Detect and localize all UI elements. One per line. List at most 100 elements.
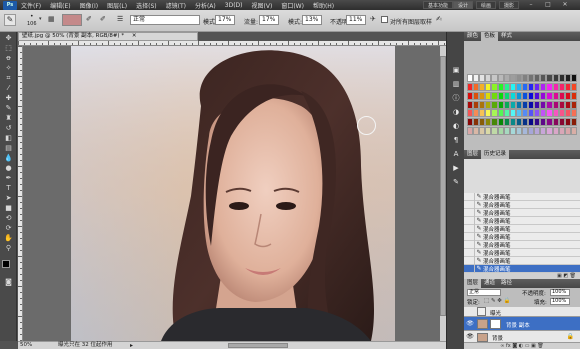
visibility-icon[interactable] — [466, 308, 474, 316]
menu-window[interactable]: 窗口(W) — [281, 1, 304, 10]
workspace-photo[interactable]: 摄影 — [499, 1, 520, 9]
layer-row[interactable]: 曝光 — [464, 307, 580, 317]
shape-tool-icon[interactable]: ■ — [3, 204, 14, 212]
horizontal-scrollbar-thumb[interactable] — [228, 343, 288, 348]
brush-tool-icon[interactable]: ✎ — [3, 104, 14, 112]
layer-name[interactable]: 曝光 — [490, 309, 501, 317]
swatch[interactable] — [570, 74, 577, 82]
tab-color[interactable]: 颜色 — [464, 32, 481, 41]
hand-tool-icon[interactable]: ✋ — [3, 234, 14, 242]
3d-orbit-tool-icon[interactable]: ⟳ — [3, 224, 14, 232]
character-icon[interactable]: A — [451, 150, 461, 159]
swatch[interactable] — [570, 91, 577, 100]
history-item[interactable]: ✎ 混合器画笔 — [464, 232, 580, 241]
menu-help[interactable]: 帮助(H) — [313, 1, 334, 10]
history-item[interactable]: ✎ 混合器画笔 — [464, 200, 580, 209]
close-icon[interactable]: ✕ — [561, 1, 569, 9]
brush-presets-icon[interactable]: ✎ — [451, 178, 461, 187]
layers-footer-icons[interactable]: ∞ fx ◙ ◐ ▭ ▣ 🗑 — [464, 343, 580, 349]
layer-row-selected[interactable]: 👁 背景 副本 — [464, 317, 580, 331]
menu-file[interactable]: 文件(F) — [21, 1, 41, 10]
brush-panel-icon[interactable]: ▦ — [48, 15, 55, 23]
type-tool-icon[interactable]: T — [3, 184, 14, 192]
menu-filter[interactable]: 滤镜(T) — [166, 1, 186, 10]
load-brush-icon[interactable]: ✐ — [86, 15, 92, 23]
history-item-selected[interactable]: ✎ 混合器画笔 — [464, 264, 580, 273]
menu-edit[interactable]: 编辑(E) — [50, 1, 70, 10]
status-arrow-icon[interactable]: ▸ — [130, 342, 133, 349]
layer-row[interactable]: 👁 背景 🔒 — [464, 331, 580, 343]
tab-channels[interactable]: 通道 — [481, 279, 498, 288]
preset-combo-icon[interactable]: ☰ — [117, 15, 123, 23]
path-select-tool-icon[interactable]: ➤ — [3, 194, 14, 202]
foreground-color-swatch[interactable] — [2, 260, 10, 268]
tablet-pressure-icon[interactable]: ✍ — [436, 15, 442, 23]
mixer-brush-icon[interactable]: ✎ — [4, 14, 16, 26]
healing-brush-tool-icon[interactable]: ✚ — [3, 94, 14, 102]
document-tab[interactable]: 壁纸.jpg @ 50% (背景 副本, RGB/8#) * ✕ — [18, 32, 198, 41]
brush-picker-arrow-icon[interactable]: ▾ — [39, 16, 42, 22]
swatches-grid[interactable] — [467, 74, 577, 136]
layers-list[interactable]: 曝光 👁 背景 副本 👁 背景 🔒 — [464, 307, 580, 343]
history-brush-tool-icon[interactable]: ↺ — [3, 124, 14, 132]
load-field[interactable]: 17% — [259, 15, 279, 25]
adjustments-icon[interactable]: ◑ — [451, 108, 461, 117]
tab-paths[interactable]: 路径 — [498, 279, 515, 288]
flow-field[interactable]: 11% — [346, 15, 366, 25]
swatch[interactable] — [570, 109, 577, 118]
history-item[interactable]: ✎ 混合器画笔 — [464, 216, 580, 225]
maximize-icon[interactable]: □ — [544, 1, 552, 9]
airbrush-icon[interactable]: ✈ — [370, 15, 376, 23]
quick-mask-icon[interactable]: ◙ — [3, 278, 14, 286]
menu-image[interactable]: 图像(I) — [80, 1, 98, 10]
fill-field[interactable]: 100% — [550, 298, 570, 305]
dodge-tool-icon[interactable]: ● — [3, 164, 14, 172]
visibility-icon[interactable]: 👁 — [466, 333, 474, 341]
menu-select[interactable]: 选择(S) — [136, 1, 157, 10]
marquee-tool-icon[interactable]: ⬚ — [3, 44, 14, 52]
zoom-tool-icon[interactable]: ⚲ — [3, 244, 14, 252]
document-close-icon[interactable]: ✕ — [132, 33, 137, 39]
blend-mode-select[interactable]: 正常 — [467, 289, 501, 296]
tab-swatches[interactable]: 色板 — [481, 32, 499, 41]
histogram-icon[interactable]: ▥ — [451, 80, 461, 89]
workspace-paint[interactable]: 绘画 — [476, 1, 497, 9]
3d-rotate-tool-icon[interactable]: ⟲ — [3, 214, 14, 222]
layer-name[interactable]: 背景 副本 — [506, 321, 530, 329]
zoom-level[interactable]: 50% — [20, 342, 32, 349]
brush-size[interactable]: 106 — [27, 21, 37, 27]
info-icon[interactable]: ⓘ — [451, 94, 461, 103]
pen-tool-icon[interactable]: ✒ — [3, 174, 14, 182]
swatch[interactable] — [570, 127, 577, 136]
lock-icons[interactable]: ⬚ ✎ ✥ 🔒 — [484, 298, 511, 304]
tab-layers-mini[interactable]: 图层 — [464, 150, 481, 159]
lasso-tool-icon[interactable]: ꝋ — [3, 54, 14, 62]
workspace-design[interactable]: 设计 — [453, 1, 474, 9]
wet-field[interactable]: 17% — [215, 15, 235, 25]
menu-layer[interactable]: 图层(L) — [107, 1, 127, 10]
history-item[interactable]: ✎ 混合器画笔 — [464, 240, 580, 249]
opacity-field[interactable]: 100% — [550, 289, 570, 296]
history-item[interactable]: ✎ 混合器画笔 — [464, 256, 580, 265]
layer-name[interactable]: 背景 — [492, 334, 503, 342]
history-item[interactable]: ✎ 混合器画笔 — [464, 224, 580, 233]
clean-brush-icon[interactable]: ✐ — [100, 15, 106, 23]
tab-layers[interactable]: 图层 — [464, 279, 482, 288]
tab-styles[interactable]: 样式 — [498, 32, 515, 41]
portrait-photo[interactable] — [71, 46, 395, 341]
menu-analysis[interactable]: 分析(A) — [195, 1, 216, 10]
history-item[interactable]: ✎ 混合器画笔 — [464, 208, 580, 217]
eyedropper-tool-icon[interactable]: ⁄ — [3, 84, 14, 92]
menu-view[interactable]: 视图(V) — [252, 1, 273, 10]
clone-stamp-tool-icon[interactable]: ♜ — [3, 114, 14, 122]
actions-icon[interactable]: ▶ — [451, 164, 461, 173]
swatch[interactable] — [570, 82, 577, 91]
gradient-tool-icon[interactable]: ▤ — [3, 144, 14, 152]
visibility-icon[interactable]: 👁 — [466, 320, 474, 328]
minimize-icon[interactable]: – — [527, 1, 535, 9]
history-item[interactable]: ✎ 混合器画笔 — [464, 192, 580, 201]
navigator-icon[interactable]: ▣ — [451, 66, 461, 75]
mix-field[interactable]: 13% — [302, 15, 322, 25]
masks-icon[interactable]: ◐ — [451, 122, 461, 131]
move-tool-icon[interactable]: ✥ — [3, 34, 14, 42]
